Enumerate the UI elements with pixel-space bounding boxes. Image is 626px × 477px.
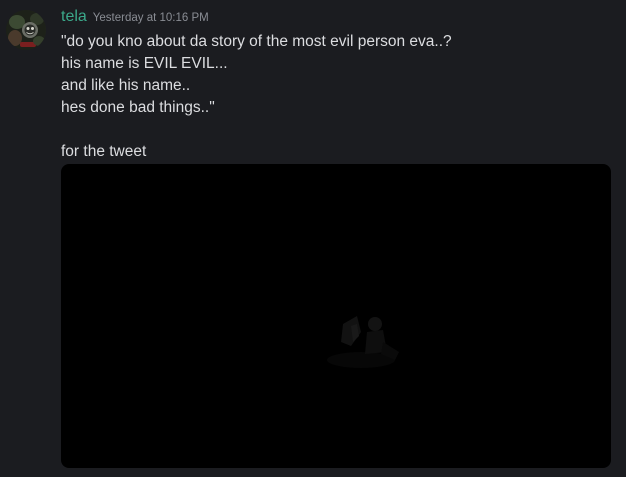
message-content: "do you kno about da story of the most e… <box>61 31 601 163</box>
message-line: "do you kno about da story of the most e… <box>61 33 452 50</box>
message-line: for the tweet <box>61 143 147 160</box>
user-avatar[interactable] <box>6 10 46 50</box>
chat-message: tela Yesterday at 10:16 PM "do you kno ab… <box>0 0 626 477</box>
message-line-blank <box>61 119 601 141</box>
video-frame-figure-icon <box>327 316 399 368</box>
timestamp: Yesterday at 10:16 PM <box>92 12 209 24</box>
message-header: tela Yesterday at 10:16 PM <box>61 8 209 30</box>
message-line: his name is EVIL EVIL... <box>61 55 228 72</box>
username[interactable]: tela <box>61 8 87 25</box>
video-attachment[interactable] <box>61 164 611 468</box>
message-line: hes done bad things.." <box>61 99 215 116</box>
message-line: and like his name.. <box>61 77 191 94</box>
avatar-image-icon <box>6 10 46 50</box>
